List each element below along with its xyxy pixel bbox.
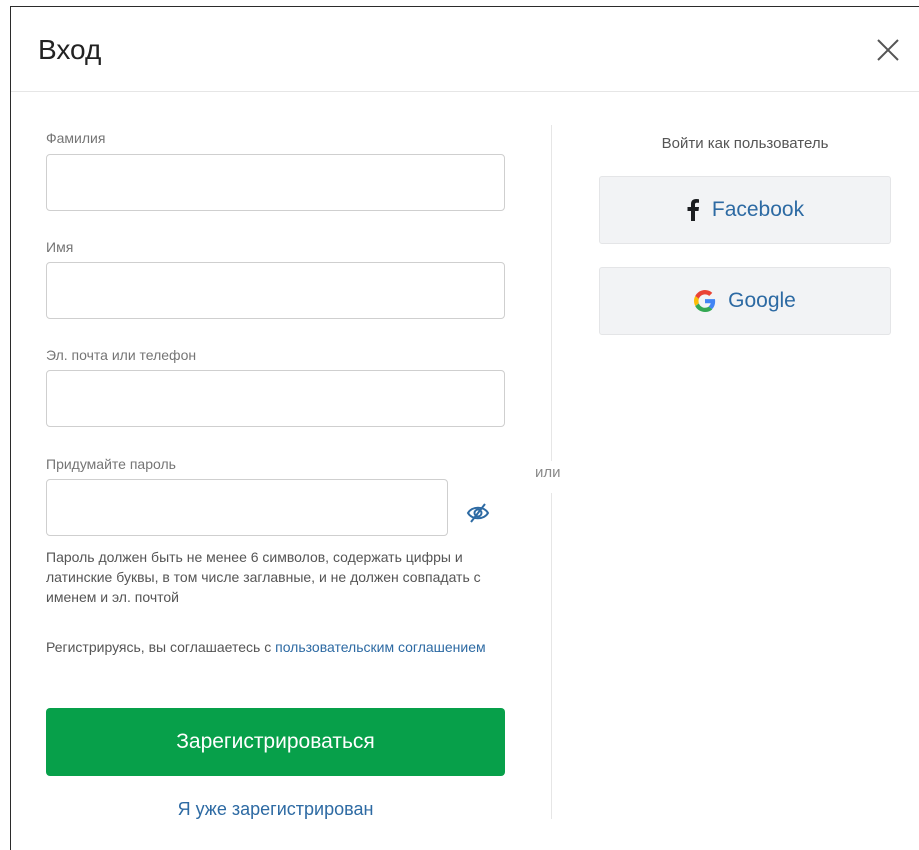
facebook-icon (686, 199, 700, 221)
password-label: Придумайте пароль (46, 456, 176, 472)
already-registered-link[interactable]: Я уже зарегистрирован (46, 799, 505, 820)
divider-line-bottom (551, 493, 552, 819)
close-button[interactable] (875, 37, 901, 63)
register-button[interactable]: Зарегистрироваться (46, 708, 505, 776)
login-modal: Вход Фамилия Имя Эл. почта или телефон П… (10, 6, 919, 850)
terms-text: Регистрируясь, вы соглашаетесь с пользов… (46, 637, 516, 657)
eye-off-icon (466, 503, 490, 523)
modal-title: Вход (38, 34, 102, 65)
google-login-button[interactable]: Google (599, 267, 891, 335)
first-name-input[interactable] (46, 262, 505, 319)
facebook-login-button[interactable]: Facebook (599, 176, 891, 244)
terms-prefix: Регистрируясь, вы соглашаетесь с (46, 639, 276, 655)
contact-label: Эл. почта или телефон (46, 347, 197, 363)
last-name-input[interactable] (46, 154, 505, 211)
google-label: Google (728, 289, 796, 312)
last-name-label: Фамилия (46, 130, 106, 146)
password-visibility-toggle[interactable] (464, 499, 492, 527)
divider-or-text: или (535, 464, 561, 481)
terms-link[interactable]: пользовательским соглашением (275, 639, 486, 655)
backdrop (0, 0, 10, 850)
close-icon (877, 39, 899, 61)
password-hint: Пароль должен быть не менее 6 символов, … (46, 549, 481, 605)
modal-header: Вход (11, 7, 919, 92)
first-name-label: Имя (46, 239, 74, 255)
social-login-title: Войти как пользователь (661, 135, 829, 152)
email-or-phone-input[interactable] (46, 370, 505, 427)
facebook-label: Facebook (711, 198, 805, 221)
google-icon (694, 290, 716, 312)
password-input[interactable] (46, 479, 448, 536)
divider-line-top (551, 125, 552, 461)
